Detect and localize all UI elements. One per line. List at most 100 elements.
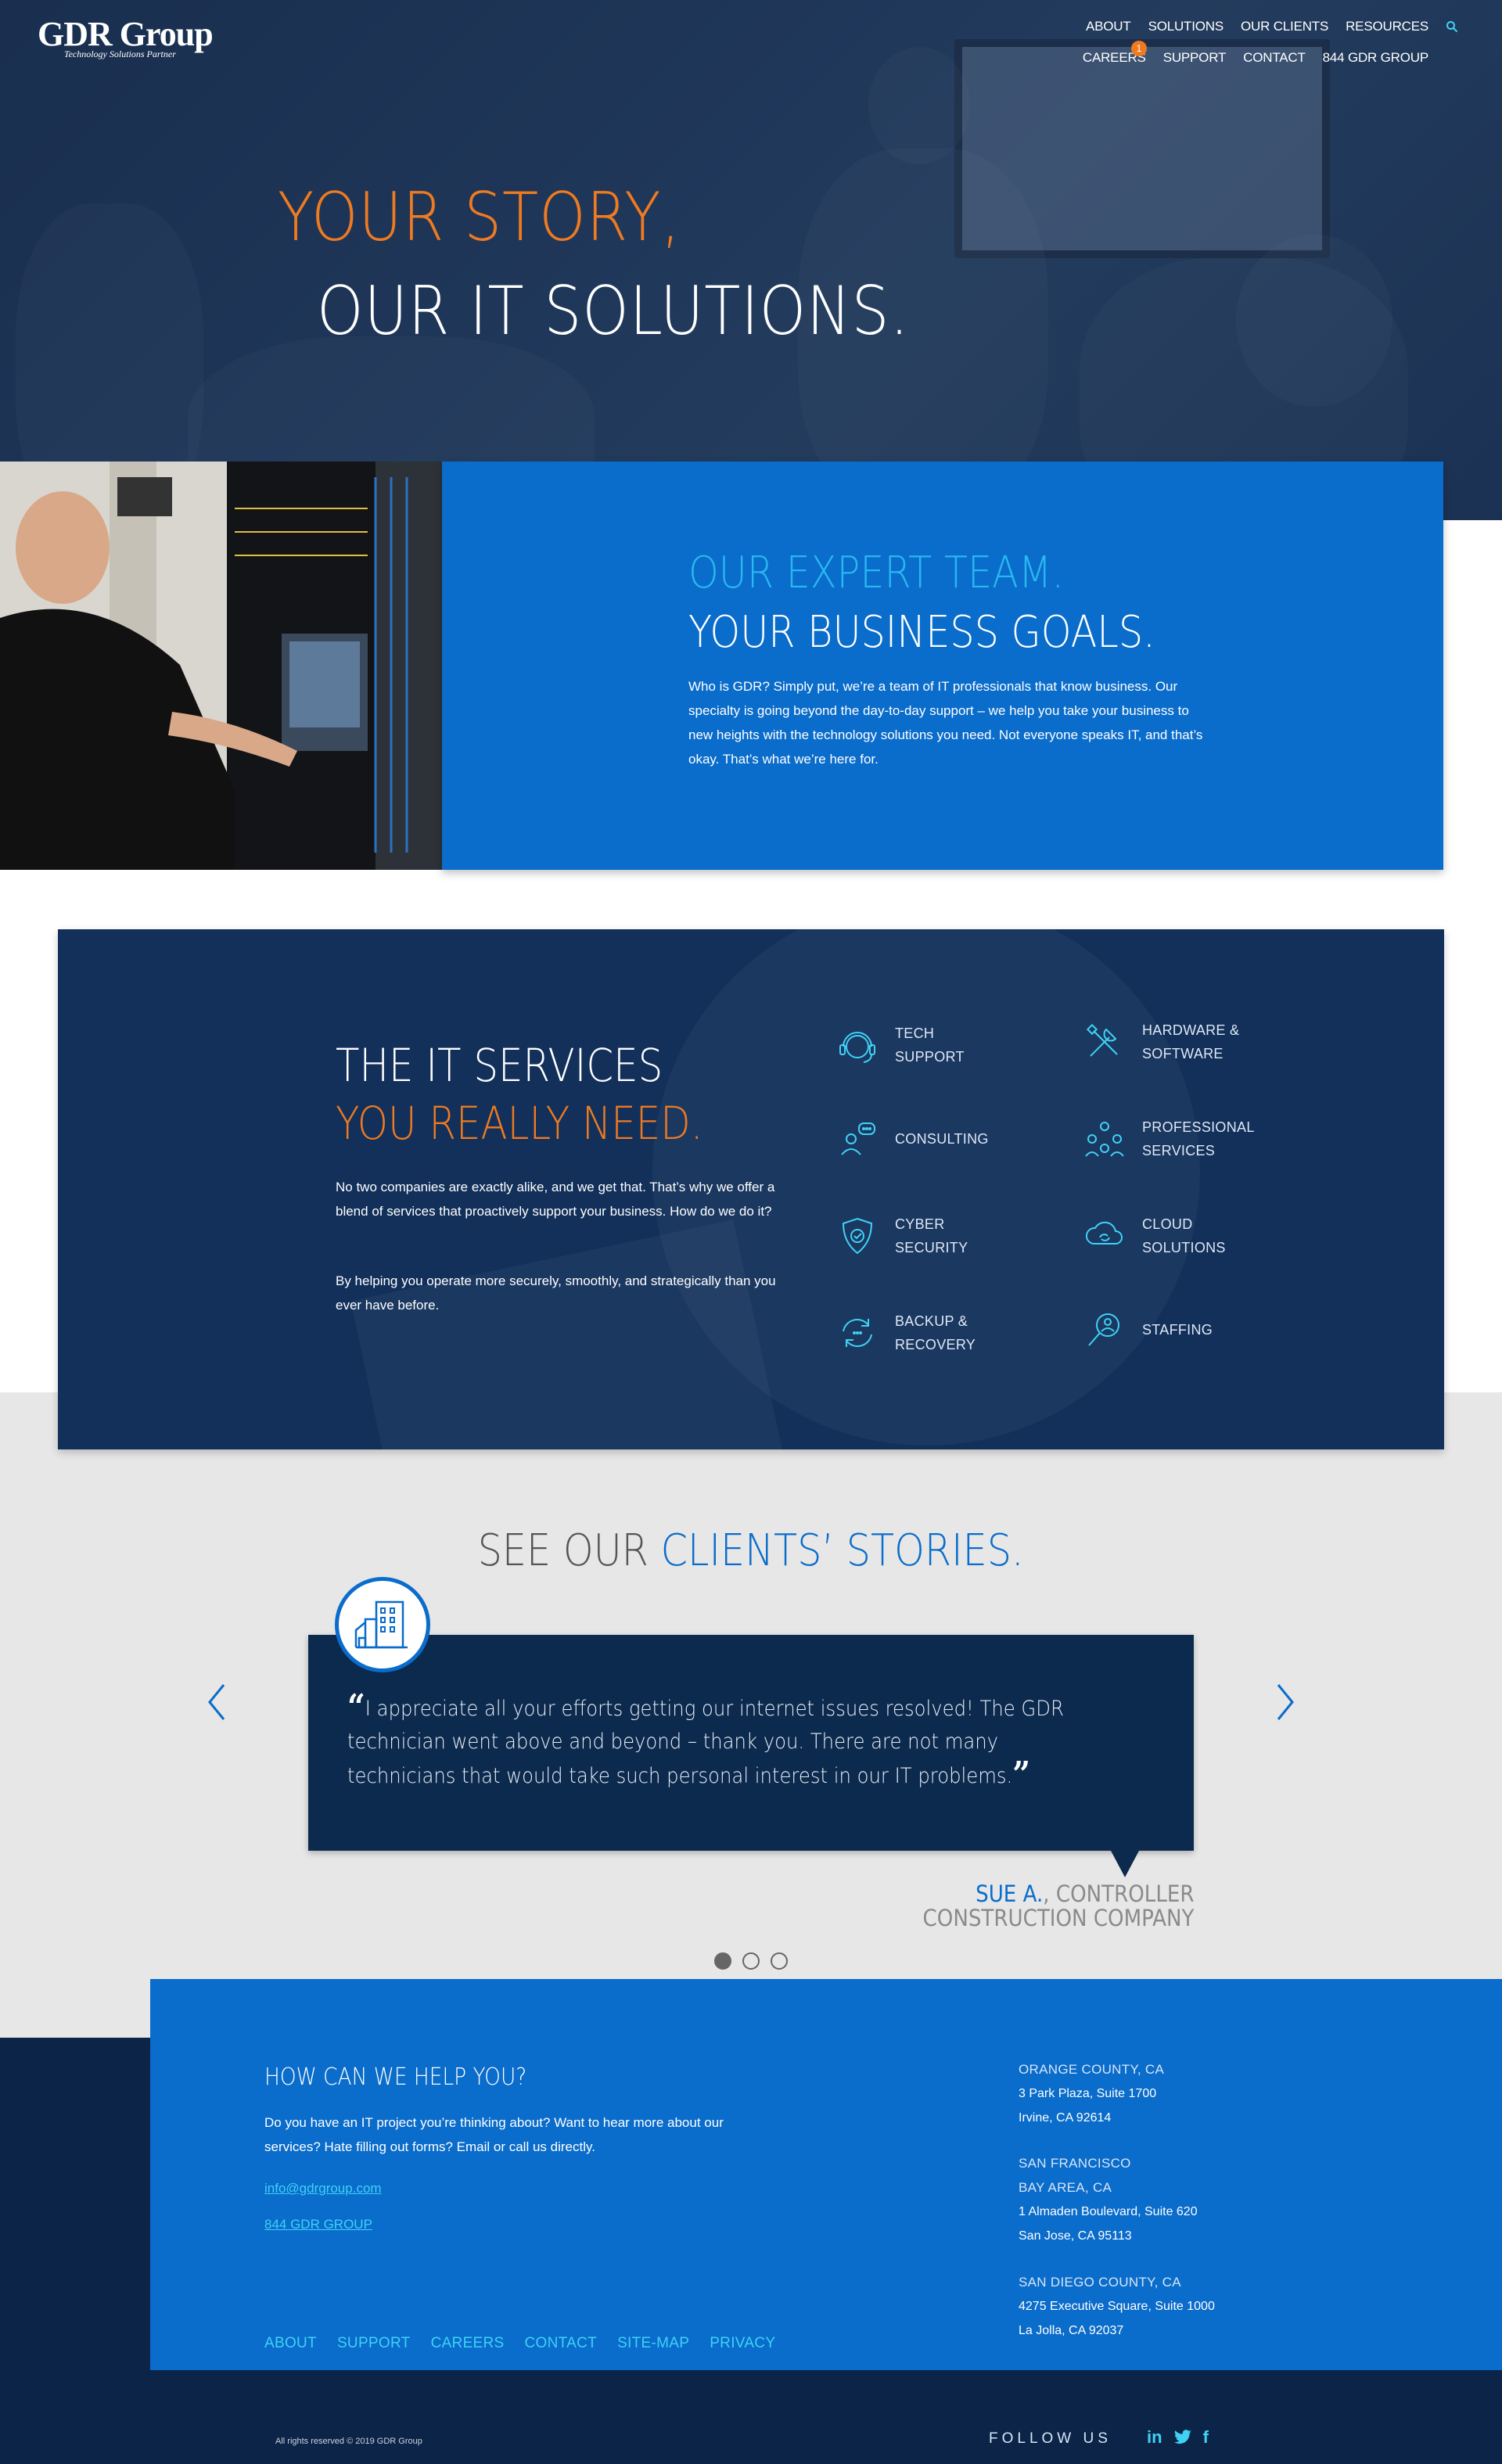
main-nav: ABOUT SOLUTIONS OUR CLIENTS RESOURCES CA… — [1020, 19, 1458, 81]
services-section: THE IT SERVICES YOU REALLY NEED. No two … — [58, 929, 1444, 1449]
nav-careers[interactable]: CAREERS 1 — [1083, 41, 1147, 66]
services-para-1: No two companies are exactly alike, and … — [336, 1180, 775, 1219]
testimonial-author-company: CONSTRUCTION COMPANY — [922, 1905, 1194, 1931]
footer-links: ABOUT SUPPORT CAREERS CONTACT SITE-MAP P… — [264, 2335, 775, 2352]
service-cloud-solutions[interactable]: CLOUD SOLUTIONS — [1083, 1212, 1267, 1259]
service-cyber-security[interactable]: CYBER SECURITY — [835, 1212, 1020, 1259]
social-links: in f — [1147, 2427, 1209, 2448]
testimonial-text: “I appreciate all your efforts getting o… — [347, 1690, 1065, 1794]
office-san-diego: SAN DIEGO COUNTY, CA 4275 Executive Squa… — [1019, 2270, 1215, 2343]
clients-title: SEE OUR CLIENTS’ STORIES. — [0, 1525, 1502, 1576]
testimonial-author-role: , CONTROLLER — [1042, 1880, 1194, 1907]
facebook-icon[interactable]: f — [1203, 2427, 1209, 2448]
service-backup-recovery[interactable]: BACKUP & RECOVERY — [835, 1309, 1020, 1356]
careers-badge: 1 — [1130, 41, 1147, 56]
carousel-dot-2[interactable] — [742, 1952, 760, 1970]
team-heading-2: YOUR BUSINESS GOALS. — [688, 607, 1155, 658]
office-heading: SAN FRANCISCO BAY AREA, CA — [1019, 2156, 1131, 2195]
office-heading: SAN DIEGO COUNTY, CA — [1019, 2275, 1181, 2290]
chevron-right-icon[interactable] — [1269, 1679, 1300, 1726]
linkedin-icon[interactable]: in — [1147, 2427, 1162, 2448]
team-body: Who is GDR? Simply put, we’re a team of … — [688, 679, 1203, 767]
hero-headline-white: OUR IT SOLUTIONS. — [317, 272, 910, 350]
clients-title-highlight: CLIENTS’ STORIES. — [660, 1525, 1025, 1576]
carousel-dots — [0, 1952, 1502, 1970]
office-address-line: San Jose, CA 95113 — [1019, 2229, 1132, 2243]
contact-email-link[interactable]: info@gdrgroup.com — [264, 2181, 382, 2196]
twitter-icon[interactable] — [1173, 2430, 1192, 2445]
contact-title: HOW CAN WE HELP YOU? — [264, 2064, 527, 2091]
nav-about[interactable]: ABOUT — [1086, 19, 1131, 34]
service-professional-services[interactable]: PROFESSIONAL SERVICES — [1083, 1115, 1267, 1162]
office-address-line: 4275 Executive Square, Suite 1000 — [1019, 2300, 1215, 2313]
follow-us-label: FOLLOW US — [989, 2430, 1112, 2447]
office-orange-county: ORANGE COUNTY, CA 3 Park Plaza, Suite 17… — [1019, 2057, 1164, 2130]
consulting-icon — [841, 1122, 875, 1155]
nav-contact[interactable]: CONTACT — [1243, 50, 1306, 66]
service-label: PROFESSIONAL SERVICES — [1142, 1119, 1255, 1158]
service-consulting[interactable]: CONSULTING — [835, 1117, 1020, 1161]
open-quote-icon: “ — [347, 1687, 365, 1727]
nav-phone[interactable]: 844 GDR GROUP — [1323, 50, 1429, 66]
nav-resources[interactable]: RESOURCES — [1346, 19, 1428, 34]
logo-name: GDR Group — [38, 15, 214, 53]
staffing-icon — [1088, 1313, 1119, 1346]
carousel-dot-3[interactable] — [771, 1952, 788, 1970]
services-para-2: By helping you operate more securely, sm… — [336, 1273, 776, 1313]
clients-title-prefix: SEE OUR — [477, 1525, 661, 1576]
team-section: OUR EXPERT TEAM. YOUR BUSINESS GOALS. Wh… — [442, 462, 1443, 870]
search-icon[interactable] — [1446, 20, 1458, 33]
footer-link-sitemap[interactable]: SITE-MAP — [617, 2335, 689, 2352]
service-tech-support[interactable]: TECH SUPPORT — [835, 1022, 1020, 1069]
team-photo — [0, 462, 442, 870]
services-heading-2: YOU REALLY NEED. — [336, 1097, 703, 1150]
service-label: CONSULTING — [895, 1131, 989, 1147]
copyright: All rights reserved © 2019 GDR Group — [275, 2437, 422, 2446]
service-label: STAFFING — [1142, 1322, 1213, 1338]
testimonial-attribution: SUE A., CONTROLLER CONSTRUCTION COMPANY — [922, 1882, 1194, 1931]
service-staffing[interactable]: STAFFING — [1083, 1308, 1267, 1352]
hero-headline-orange: YOUR STORY, — [278, 178, 681, 257]
service-hardware-software[interactable]: HARDWARE & SOFTWARE — [1083, 1018, 1267, 1065]
office-address-line: Irvine, CA 92614 — [1019, 2111, 1112, 2125]
contact-section: HOW CAN WE HELP YOU? Do you have an IT p… — [150, 1979, 1502, 2370]
nav-our-clients[interactable]: OUR CLIENTS — [1241, 19, 1328, 34]
footer-link-privacy[interactable]: PRIVACY — [710, 2335, 775, 2352]
gdr-logo[interactable]: GDR Group Technology Solutions Partner — [38, 17, 225, 60]
service-label: CYBER SECURITY — [895, 1216, 968, 1255]
testimonial-quote: I appreciate all your efforts getting ou… — [347, 1697, 1064, 1788]
carousel-dot-1[interactable] — [714, 1952, 731, 1970]
footer-link-about[interactable]: ABOUT — [264, 2335, 317, 2352]
footer-link-support[interactable]: SUPPORT — [337, 2335, 411, 2352]
close-quote-icon: ” — [1012, 1755, 1031, 1794]
office-san-francisco: SAN FRANCISCO BAY AREA, CA 1 Almaden Bou… — [1019, 2151, 1198, 2248]
nav-support[interactable]: SUPPORT — [1163, 50, 1227, 66]
office-address-line: 3 Park Plaza, Suite 1700 — [1019, 2087, 1157, 2100]
team-heading-1: OUR EXPERT TEAM. — [688, 548, 1065, 598]
service-label: HARDWARE & SOFTWARE — [1142, 1022, 1240, 1061]
footer-link-careers[interactable]: CAREERS — [431, 2335, 505, 2352]
backup-icon — [843, 1319, 872, 1347]
service-label: TECH SUPPORT — [895, 1025, 965, 1065]
service-label: BACKUP & RECOVERY — [895, 1313, 976, 1352]
contact-body: Do you have an IT project you’re thinkin… — [264, 2115, 724, 2154]
services-heading-1: THE IT SERVICES — [336, 1039, 663, 1092]
building-icon — [335, 1577, 430, 1672]
testimonial-pointer — [1111, 1851, 1139, 1877]
cloud-icon — [1086, 1221, 1123, 1245]
testimonial-author-name: SUE A. — [975, 1880, 1043, 1907]
chevron-left-icon[interactable] — [202, 1679, 233, 1726]
office-heading: ORANGE COUNTY, CA — [1019, 2062, 1165, 2077]
nav-solutions[interactable]: SOLUTIONS — [1148, 19, 1224, 34]
office-address-line: La Jolla, CA 92037 — [1019, 2324, 1124, 2337]
testimonial-card: “I appreciate all your efforts getting o… — [308, 1635, 1194, 1851]
shield-icon — [842, 1217, 873, 1255]
contact-phone-link[interactable]: 844 GDR GROUP — [264, 2217, 372, 2232]
hero-section: GDR Group Technology Solutions Partner A… — [0, 0, 1502, 520]
office-address-line: 1 Almaden Boulevard, Suite 620 — [1019, 2205, 1198, 2218]
tools-icon — [1086, 1023, 1118, 1057]
service-label: CLOUD SOLUTIONS — [1142, 1216, 1226, 1255]
team-icon — [1085, 1122, 1124, 1157]
footer-link-contact[interactable]: CONTACT — [525, 2335, 598, 2352]
headset-icon — [839, 1032, 875, 1063]
